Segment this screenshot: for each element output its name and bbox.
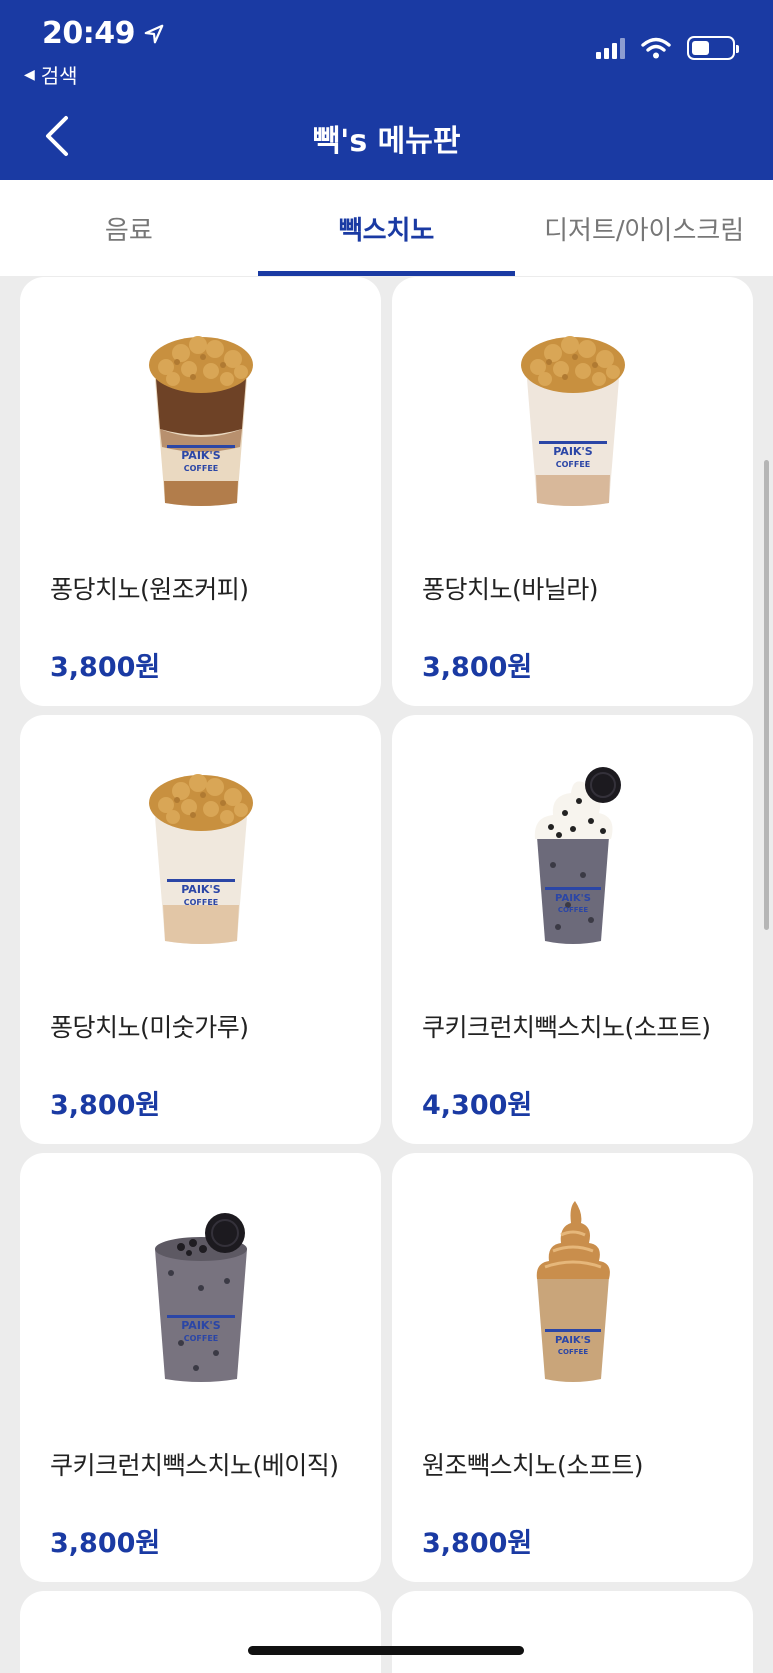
- pongdang-coffee-drink-image: PAIK'S COFFEE: [148, 336, 253, 506]
- partial-drink-image: [20, 1591, 381, 1673]
- svg-text:COFFEE: COFFEE: [557, 1348, 587, 1356]
- menu-item-name: 쿠키크런치빽스치노(소프트): [422, 1013, 711, 1042]
- svg-text:COFFEE: COFFEE: [183, 898, 218, 907]
- menu-item-price: 3,800원: [422, 652, 533, 683]
- pongdang-misutgaru-drink-image: PAIK'S COFFEE: [148, 774, 253, 944]
- menu-card-partial[interactable]: [20, 1591, 381, 1673]
- scrollbar[interactable]: [764, 460, 769, 930]
- original-soft-drink-image: PAIK'S COFFEE: [536, 1201, 610, 1382]
- back-to-app-link[interactable]: ◀ 검색: [24, 60, 78, 89]
- menu-item-price: 4,300원: [422, 1090, 533, 1121]
- svg-text:PAIK'S: PAIK'S: [181, 449, 221, 462]
- svg-text:COFFEE: COFFEE: [183, 464, 218, 473]
- menu-grid: PAIK'S COFFEE 퐁당치노(원조커피) 3,800원 PAIK'S C…: [20, 277, 753, 1673]
- menu-item-name: 원조빽스치노(소프트): [422, 1451, 644, 1480]
- menu-card-partial[interactable]: [392, 1591, 753, 1673]
- tab-dessert-icecream[interactable]: 디저트/아이스크림: [515, 180, 773, 276]
- svg-text:PAIK'S: PAIK'S: [181, 1319, 221, 1332]
- menu-card[interactable]: PAIK'S COFFEE 퐁당치노(미숫가루) 3,800원: [20, 715, 381, 1144]
- cookie-crunch-soft-drink-image: PAIK'S COFFEE: [534, 767, 621, 944]
- page-title: 빽's 메뉴판: [312, 124, 461, 159]
- menu-card[interactable]: PAIK'S COFFEE 쿠키크런치빽스치노(소프트) 4,300원: [392, 715, 753, 1144]
- menu-card[interactable]: PAIK'S COFFEE 쿠키크런치빽스치노(베이직) 3,800원: [20, 1153, 381, 1582]
- app-header: 20:49 ◀ 검색 빽's 메뉴판: [0, 0, 773, 180]
- svg-text:COFFEE: COFFEE: [557, 906, 587, 914]
- menu-item-name: 퐁당치노(원조커피): [50, 575, 249, 604]
- status-time-text: 20:49: [42, 16, 136, 51]
- menu-item-price: 3,800원: [50, 652, 161, 683]
- cellular-signal-icon: [596, 37, 625, 59]
- pongdang-vanilla-drink-image: PAIK'S COFFEE: [520, 336, 625, 506]
- back-app-label: 검색: [40, 64, 78, 88]
- wifi-icon: [641, 37, 671, 59]
- partial-drink-image: [392, 1591, 753, 1673]
- menu-item-price: 3,800원: [50, 1090, 161, 1121]
- svg-text:PAIK'S: PAIK'S: [555, 1335, 591, 1346]
- category-tabs: 음료 빽스치노 디저트/아이스크림: [0, 180, 773, 276]
- svg-text:PAIK'S: PAIK'S: [181, 883, 221, 896]
- cookie-crunch-basic-drink-image: PAIK'S COFFEE: [154, 1213, 247, 1382]
- svg-text:COFFEE: COFFEE: [183, 1334, 218, 1343]
- svg-text:COFFEE: COFFEE: [555, 460, 590, 469]
- status-time: 20:49: [42, 16, 165, 51]
- home-indicator[interactable]: [248, 1646, 524, 1655]
- menu-card[interactable]: PAIK'S COFFEE 원조빽스치노(소프트) 3,800원: [392, 1153, 753, 1582]
- battery-icon: [687, 36, 739, 60]
- status-indicators: [596, 36, 739, 60]
- menu-card[interactable]: PAIK'S COFFEE 퐁당치노(바닐라) 3,800원: [392, 277, 753, 706]
- menu-item-price: 3,800원: [50, 1528, 161, 1559]
- tab-beverage[interactable]: 음료: [0, 180, 258, 276]
- back-triangle-icon: ◀: [24, 66, 35, 83]
- menu-card[interactable]: PAIK'S COFFEE 퐁당치노(원조커피) 3,800원: [20, 277, 381, 706]
- menu-item-name: 퐁당치노(미숫가루): [50, 1013, 249, 1042]
- svg-text:PAIK'S: PAIK'S: [553, 445, 593, 458]
- svg-text:PAIK'S: PAIK'S: [555, 893, 591, 904]
- menu-item-name: 쿠키크런치빽스치노(베이직): [50, 1451, 339, 1480]
- menu-item-price: 3,800원: [422, 1528, 533, 1559]
- tab-paikscino[interactable]: 빽스치노: [257, 180, 516, 276]
- location-arrow-icon: [144, 24, 164, 43]
- menu-item-name: 퐁당치노(바닐라): [422, 575, 599, 604]
